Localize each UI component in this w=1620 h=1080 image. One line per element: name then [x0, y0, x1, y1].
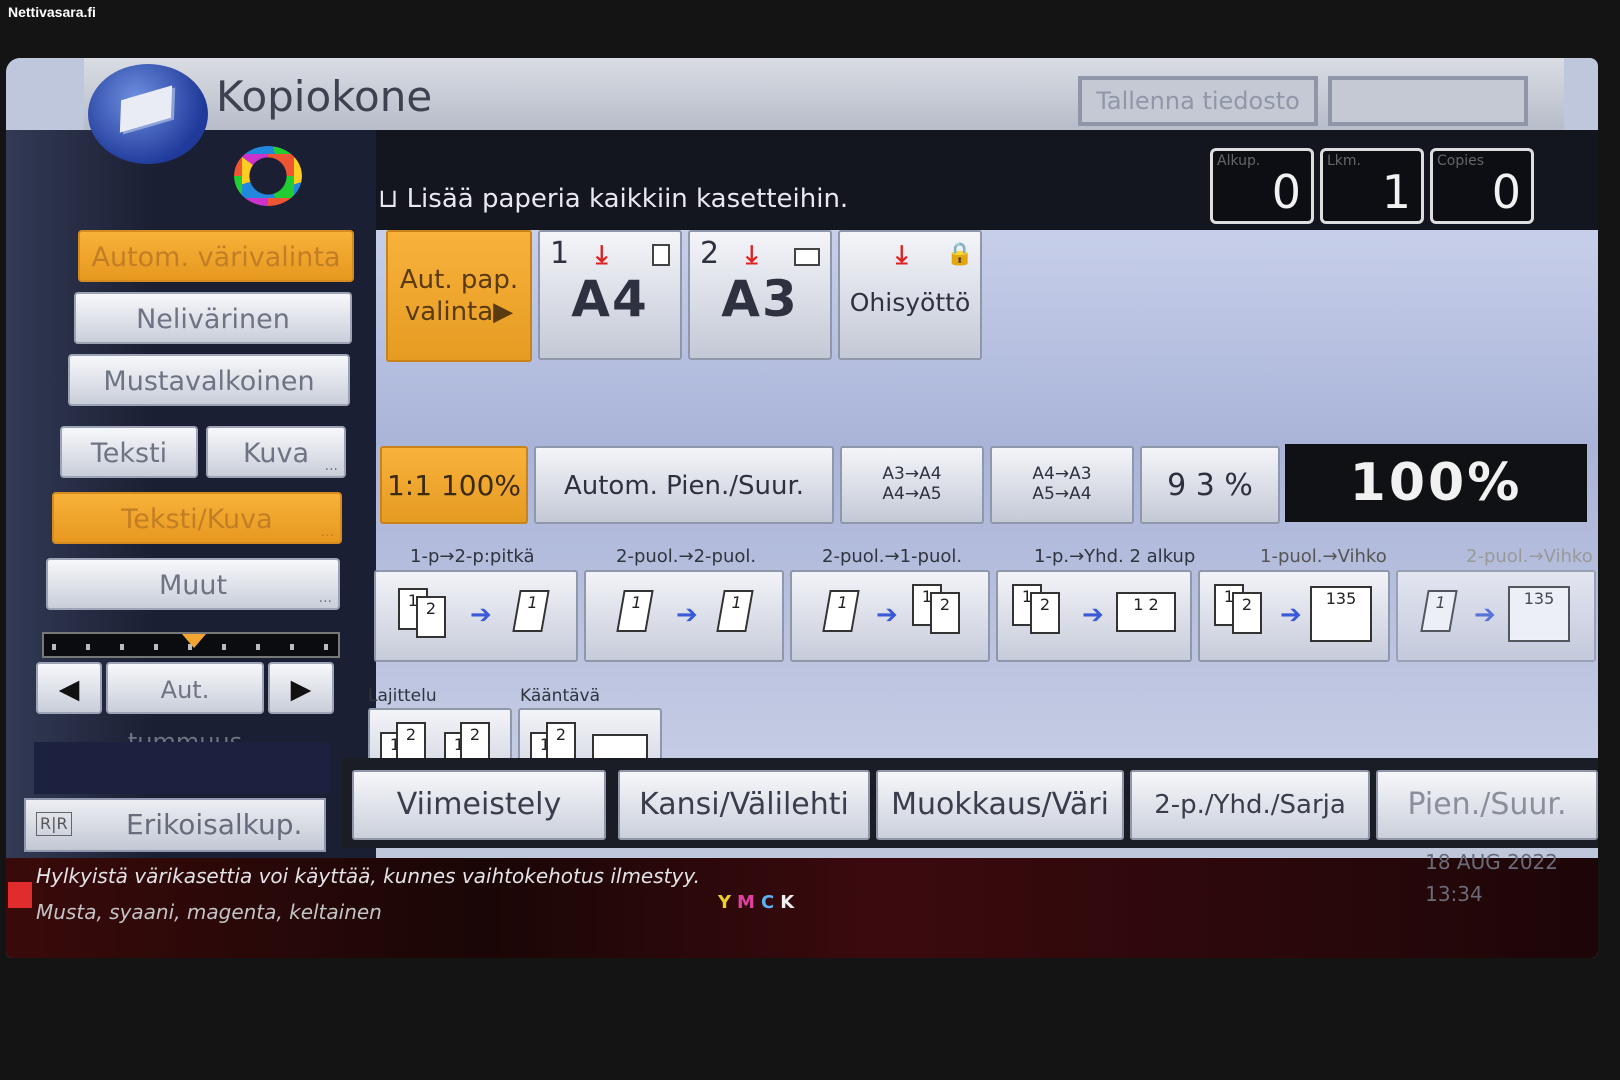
auto-density-button[interactable]: Aut. tummuus — [106, 662, 264, 756]
full-color-button[interactable]: Nelivärinen — [74, 292, 352, 344]
header-button-2[interactable] — [1328, 76, 1528, 126]
status-line-2: Musta, syaani, magenta, keltainen — [36, 900, 382, 924]
duplex-label-3: 2-puol.→1-puol. — [822, 546, 963, 567]
flipped-page-icon: 1 — [1420, 590, 1458, 632]
bypass-tray-button[interactable]: ⤓ 🔒 Ohisyöttö — [838, 230, 982, 360]
tray-2-button[interactable]: 2 ⤓ A3 — [688, 230, 832, 360]
copier-app-icon — [88, 64, 208, 164]
sort-label: Lajittelu — [368, 686, 437, 706]
duplex-label-4: 1-p.→Yhd. 2 alkup — [1034, 546, 1196, 567]
toner-black: K — [780, 892, 801, 913]
current-zoom-display: 100% — [1285, 444, 1587, 522]
arrow-icon: ➔ — [1280, 600, 1302, 630]
landscape-paper-icon — [794, 248, 820, 266]
arrow-icon: ➔ — [1082, 600, 1104, 630]
page-icon: 2 — [1232, 592, 1262, 634]
counter-originals: Alkup. 0 — [1210, 148, 1314, 224]
tab-duplex-combine-series[interactable]: 2-p./Yhd./Sarja — [1130, 770, 1370, 840]
flipped-page-icon: 1 — [822, 590, 860, 632]
copier-screen: Kopiokone Tallenna tiedosto ⊔ Lisää pape… — [6, 58, 1598, 958]
tab-edit-color[interactable]: Muokkaus/Väri — [876, 770, 1124, 840]
booklet-2-sided-button[interactable]: 1 ➔ 135 — [1396, 570, 1596, 662]
app-title: Kopiokone — [216, 72, 433, 121]
preset-enlarge-button[interactable]: A4→A3 A5→A4 — [990, 446, 1134, 524]
duplex-2-to-1-button[interactable]: 1 ➔ 1 2 — [790, 570, 990, 662]
date-time: 18 AUG 2022 13:34 — [1425, 850, 1558, 906]
duplex-label-5: 1-puol.→Vihko — [1260, 546, 1387, 567]
other-mode-button[interactable]: Muut — [46, 558, 340, 624]
watermark: Nettivasara.fi — [8, 4, 96, 20]
duplex-label-1: 1-p→2-p:pitkä — [410, 546, 535, 567]
special-original-icon: R|R — [36, 812, 72, 836]
combined-page-icon: 1 2 — [1116, 592, 1176, 632]
rotate-sort-label: Kääntävä — [520, 686, 601, 706]
warning-icon — [8, 882, 32, 908]
toner-cyan: C — [760, 892, 781, 913]
booklet-icon: 135 — [1508, 586, 1570, 642]
tab-reduce-enlarge[interactable]: Pien./Suur. — [1376, 770, 1598, 840]
duplex-2-to-2-button[interactable]: 1 ➔ 1 — [584, 570, 784, 662]
full-size-button[interactable]: 1:1 100% — [380, 446, 528, 524]
tray-arrow-icon: ⤓ — [596, 240, 608, 270]
duplex-label-2: 2-puol.→2-puol. — [616, 546, 757, 567]
combine-2-originals-button[interactable]: 1 2 ➔ 1 2 — [996, 570, 1192, 662]
page-icon: 2 — [1030, 592, 1060, 634]
paper-tray-icon: ⊔ — [378, 184, 407, 214]
flipped-page-icon: 1 — [716, 590, 754, 632]
page-icon: 2 — [416, 596, 446, 638]
status-line-1: Hylkyistä värikasettia voi käyttää, kunn… — [36, 864, 700, 888]
tray-arrow-icon: ⤓ — [896, 240, 908, 270]
text-photo-mode-button[interactable]: Teksti/Kuva — [52, 492, 342, 558]
black-white-button[interactable]: Mustavalkoinen — [68, 354, 350, 406]
booklet-1-sided-button[interactable]: 1 2 ➔ 135 — [1198, 570, 1390, 662]
toner-indicator: YMCK — [718, 892, 800, 913]
duplex-label-6: 2-puol.→Vihko — [1466, 546, 1593, 567]
special-original-button[interactable]: R|R Erikoisalkup. — [24, 798, 326, 852]
flipped-page-icon: 1 — [616, 590, 654, 632]
left-spacer — [34, 742, 330, 794]
arrow-icon: ➔ — [676, 600, 698, 630]
page-icon: 2 — [930, 592, 960, 634]
tray-arrow-icon: ⤓ — [746, 240, 758, 270]
auto-reduce-enlarge-button[interactable]: Autom. Pien./Suur. — [534, 446, 834, 524]
toner-yellow: Y — [718, 892, 738, 913]
zoom-93-button[interactable]: 9 3 % — [1140, 446, 1280, 524]
duplex-1-to-2-button[interactable]: 1 2 ➔ 1 — [374, 570, 578, 662]
arrow-icon: ➔ — [470, 600, 492, 630]
auto-paper-button[interactable]: Aut. pap. valinta▶ — [386, 230, 532, 362]
portrait-paper-icon — [652, 244, 670, 266]
density-lighter-button[interactable]: ◀ — [36, 662, 102, 714]
preset-reduce-button[interactable]: A3→A4 A4→A5 — [840, 446, 984, 524]
booklet-icon: 135 — [1310, 586, 1372, 642]
toner-magenta: M — [737, 892, 761, 913]
arrow-icon: ➔ — [1474, 600, 1496, 630]
flipped-page-icon: 1 — [512, 590, 550, 632]
tab-cover-slip-sheet[interactable]: Kansi/Välilehti — [618, 770, 870, 840]
auto-color-button[interactable]: Autom. värivalinta — [78, 230, 354, 282]
main-panel: Aut. pap. valinta▶ 1 ⤓ A4 2 ⤓ A3 ⤓ 🔒 Ohi… — [368, 230, 1598, 798]
save-file-button[interactable]: Tallenna tiedosto — [1078, 76, 1318, 126]
density-darker-button[interactable]: ▶ — [268, 662, 334, 714]
density-scale — [42, 632, 340, 658]
paper-message: ⊔ Lisää paperia kaikkiin kasetteihin. — [378, 184, 849, 214]
density-marker — [182, 634, 206, 648]
lock-icon: 🔒 — [946, 242, 974, 267]
photo-mode-button[interactable]: Kuva — [206, 426, 346, 492]
text-mode-button[interactable]: Teksti — [60, 426, 198, 478]
tray-1-button[interactable]: 1 ⤓ A4 — [538, 230, 682, 360]
color-wheel-icon — [234, 146, 302, 206]
counter-copies: Copies 0 — [1430, 148, 1534, 224]
arrow-icon: ➔ — [876, 600, 898, 630]
tab-finishing[interactable]: Viimeistely — [352, 770, 606, 840]
counter-quantity: Lkm. 1 — [1320, 148, 1424, 224]
